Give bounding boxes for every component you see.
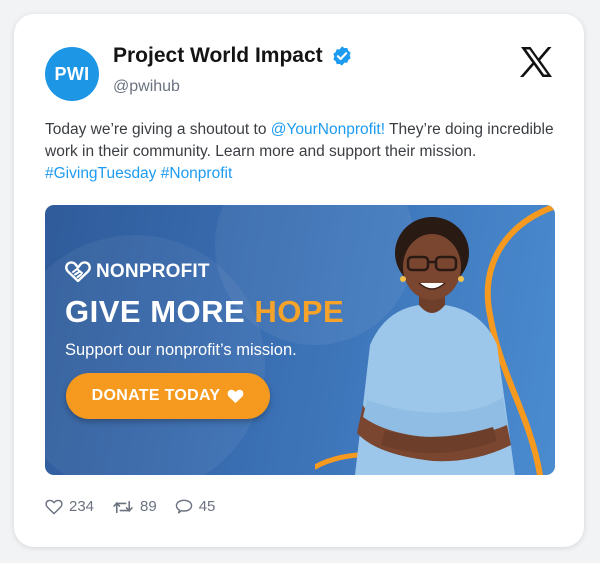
headline-main: GIVE MORE — [65, 294, 255, 329]
brand-label: NONPROFIT — [96, 261, 210, 282]
banner-headline: GIVE MORE HOPE — [65, 294, 344, 330]
account-name[interactable]: Project World Impact — [113, 44, 323, 68]
x-logo-icon[interactable] — [518, 44, 554, 80]
tweet-card: PWI Project World Impact @pwihub Today w… — [14, 14, 584, 547]
avatar-text: PWI — [54, 63, 90, 84]
person-illustration — [315, 205, 555, 475]
heart-icon — [227, 389, 244, 403]
promo-banner-image[interactable]: NONPROFIT GIVE MORE HOPE Support our non… — [45, 205, 555, 475]
retweet-count: 89 — [140, 498, 157, 515]
reply-button[interactable]: 45 — [175, 498, 216, 515]
verified-badge-icon — [331, 45, 353, 67]
nonprofit-brand: NONPROFIT — [65, 261, 210, 283]
avatar[interactable]: PWI — [45, 47, 99, 101]
hashtag-giving-tuesday[interactable]: #GivingTuesday — [45, 165, 156, 182]
retweet-button[interactable]: 89 — [112, 498, 157, 515]
banner-subline: Support our nonprofit’s mission. — [65, 341, 297, 359]
tweet-text: Today we’re giving a shoutout to @YourNo… — [45, 119, 555, 185]
reply-icon — [175, 499, 192, 513]
hashtag-nonprofit[interactable]: #Nonprofit — [161, 165, 233, 182]
mention-link[interactable]: @YourNonprofit! — [271, 121, 385, 138]
like-count: 234 — [69, 498, 95, 515]
headline-accent: HOPE — [254, 294, 345, 329]
heart-icon — [45, 499, 63, 514]
tweet-text-part: Today we’re giving a shoutout to — [45, 121, 271, 138]
like-button[interactable]: 234 — [45, 498, 94, 515]
reply-count: 45 — [198, 498, 216, 515]
retweet-icon — [113, 500, 133, 513]
donate-button-label: DONATE TODAY — [91, 387, 221, 404]
donate-button[interactable]: DONATE TODAY — [66, 373, 270, 419]
engagement-stats: 234 89 45 — [45, 498, 215, 515]
account-name-row: Project World Impact — [113, 44, 353, 68]
account-handle[interactable]: @pwihub — [113, 78, 180, 96]
handshake-heart-icon — [65, 261, 91, 283]
